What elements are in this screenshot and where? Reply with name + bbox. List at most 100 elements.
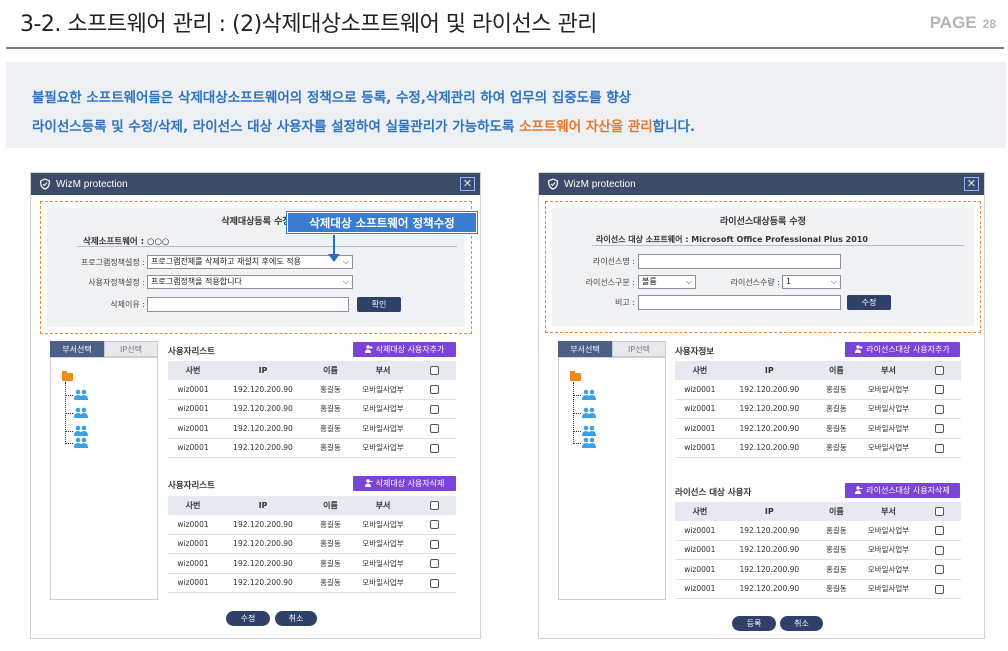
- close-icon[interactable]: ✕: [460, 177, 475, 191]
- checkbox-cell: [413, 539, 456, 549]
- cell-dept: 모바일사업부: [867, 423, 910, 433]
- cancel-button[interactable]: 취소: [275, 611, 317, 626]
- user-group-icon[interactable]: [73, 389, 89, 401]
- cell-dept: 모바일사업부: [362, 423, 404, 433]
- cell-name: 홍길동: [826, 384, 847, 394]
- row-checkbox[interactable]: [430, 578, 439, 588]
- row-checkbox[interactable]: [935, 526, 945, 535]
- select-all-checkbox[interactable]: [935, 507, 945, 516]
- user-group-icon[interactable]: [581, 437, 597, 449]
- close-icon[interactable]: ✕: [964, 177, 979, 191]
- remove-user-label: 삭제대상 사용자삭제: [375, 479, 445, 488]
- row-checkbox[interactable]: [430, 539, 439, 549]
- remove-license-user-label: 라이선스대상 사용자삭제: [866, 486, 950, 495]
- user-group-icon[interactable]: [73, 437, 89, 449]
- row-checkbox[interactable]: [430, 385, 439, 394]
- edit-license-button[interactable]: 수정: [847, 295, 891, 310]
- add-license-user-label: 라이선스대상 사용자추가: [866, 345, 950, 354]
- select-all-checkbox[interactable]: [430, 501, 439, 510]
- add-delete-target-user-button[interactable]: 삭제대상 사용자추가: [353, 342, 456, 357]
- cell-dept: 모바일사업부: [362, 558, 404, 568]
- cell-ip: 192.120.200.90: [233, 404, 293, 414]
- row-checkbox[interactable]: [935, 584, 945, 594]
- cell-dept: 모바일사업부: [362, 539, 404, 549]
- cell-id: wiz0001: [684, 384, 716, 394]
- tree-branch: [65, 395, 73, 396]
- remove-license-user-button[interactable]: 라이선스대상 사용자삭제: [845, 483, 960, 498]
- select-all-cell: [413, 501, 456, 510]
- row-checkbox[interactable]: [935, 443, 945, 453]
- folder-icon[interactable]: [62, 371, 73, 381]
- cell-ip: 192.120.200.90: [233, 423, 293, 433]
- cell-name: 홍길동: [320, 558, 341, 568]
- cell-id: wiz0001: [684, 443, 716, 453]
- cell-name: 홍길동: [826, 564, 847, 574]
- cell-dept: 모바일사업부: [867, 564, 910, 574]
- folder-icon[interactable]: [570, 371, 581, 381]
- row-checkbox[interactable]: [935, 545, 945, 555]
- tab-ip[interactable]: IP선택: [612, 341, 666, 357]
- cancel-button[interactable]: 취소: [780, 616, 823, 631]
- select-all-checkbox[interactable]: [430, 366, 439, 375]
- row-checkbox[interactable]: [430, 443, 439, 453]
- row-checkbox[interactable]: [935, 385, 945, 394]
- col-id: 사번: [692, 507, 708, 516]
- row-checkbox[interactable]: [430, 520, 439, 529]
- table-header: 사번 IP 이름 부서: [675, 502, 961, 521]
- register-button[interactable]: 등록: [732, 616, 776, 631]
- edit-button[interactable]: 수정: [226, 611, 270, 626]
- license-name-label: 라이선스명 :: [592, 257, 635, 266]
- row-checkbox[interactable]: [935, 424, 945, 433]
- tree-line: [65, 382, 66, 442]
- license-type-select[interactable]: 볼륨 ⌵: [638, 275, 696, 289]
- cell-ip: 192.120.200.90: [233, 539, 293, 549]
- select-all-checkbox[interactable]: [935, 366, 945, 375]
- program-policy-select[interactable]: 프로그램전체를 삭제하고 재설치 후에도 적용 ⌵: [147, 255, 353, 269]
- select-all-cell: [413, 366, 456, 375]
- tree-branch: [573, 431, 581, 432]
- add-user-icon: [364, 345, 373, 353]
- row-checkbox[interactable]: [430, 559, 439, 568]
- row-checkbox[interactable]: [430, 404, 439, 414]
- add-license-user-button[interactable]: 라이선스대상 사용자추가: [845, 342, 960, 357]
- user-group-icon[interactable]: [73, 407, 89, 419]
- chevron-down-icon: ⌵: [342, 277, 349, 286]
- user-group-icon[interactable]: [581, 425, 597, 437]
- user-group-icon[interactable]: [581, 389, 597, 401]
- department-tree: [50, 357, 158, 600]
- select-all-cell: [918, 366, 961, 375]
- user-group-icon[interactable]: [73, 425, 89, 437]
- remove-delete-target-user-button[interactable]: 삭제대상 사용자삭제: [353, 476, 456, 491]
- callout-arrow: [333, 235, 335, 256]
- license-count-select[interactable]: 1 ⌵: [782, 275, 841, 289]
- row-checkbox[interactable]: [935, 404, 945, 414]
- col-name: 이름: [829, 507, 844, 516]
- row-checkbox[interactable]: [430, 424, 439, 433]
- col-id: 사번: [692, 366, 708, 375]
- cell-name: 홍길동: [320, 384, 341, 394]
- cell-ip: 192.120.200.90: [739, 404, 800, 414]
- col-dept: 부서: [375, 366, 391, 375]
- note-input[interactable]: [638, 295, 841, 310]
- tab-ip[interactable]: IP선택: [104, 341, 158, 357]
- checkbox-cell: [413, 404, 456, 414]
- selection-tabs: 부서선택 IP선택: [50, 341, 158, 357]
- cell-dept: 모바일사업부: [867, 404, 910, 414]
- checkbox-cell: [918, 385, 961, 394]
- cell-name: 홍길동: [320, 443, 341, 453]
- tab-dept[interactable]: 부서선택: [50, 341, 104, 357]
- user-group-icon[interactable]: [581, 407, 597, 419]
- reason-input[interactable]: [147, 297, 349, 312]
- row-checkbox[interactable]: [935, 565, 945, 574]
- checkbox-cell: [918, 526, 961, 535]
- reason-label: 삭제이유 :: [110, 300, 145, 309]
- table-row: wiz0001 192.120.200.90 홍길동 모바일사업부: [168, 400, 456, 419]
- user-policy-select[interactable]: 프로그램정책을 적용합니다 ⌵: [147, 275, 353, 289]
- confirm-button[interactable]: 확인: [357, 297, 401, 312]
- license-name-input[interactable]: [638, 254, 841, 269]
- note-label: 비고 :: [615, 298, 635, 307]
- cell-dept: 모바일사업부: [867, 443, 910, 453]
- checkbox-cell: [413, 385, 456, 394]
- tab-dept[interactable]: 부서선택: [558, 341, 612, 357]
- cell-name: 홍길동: [320, 423, 341, 433]
